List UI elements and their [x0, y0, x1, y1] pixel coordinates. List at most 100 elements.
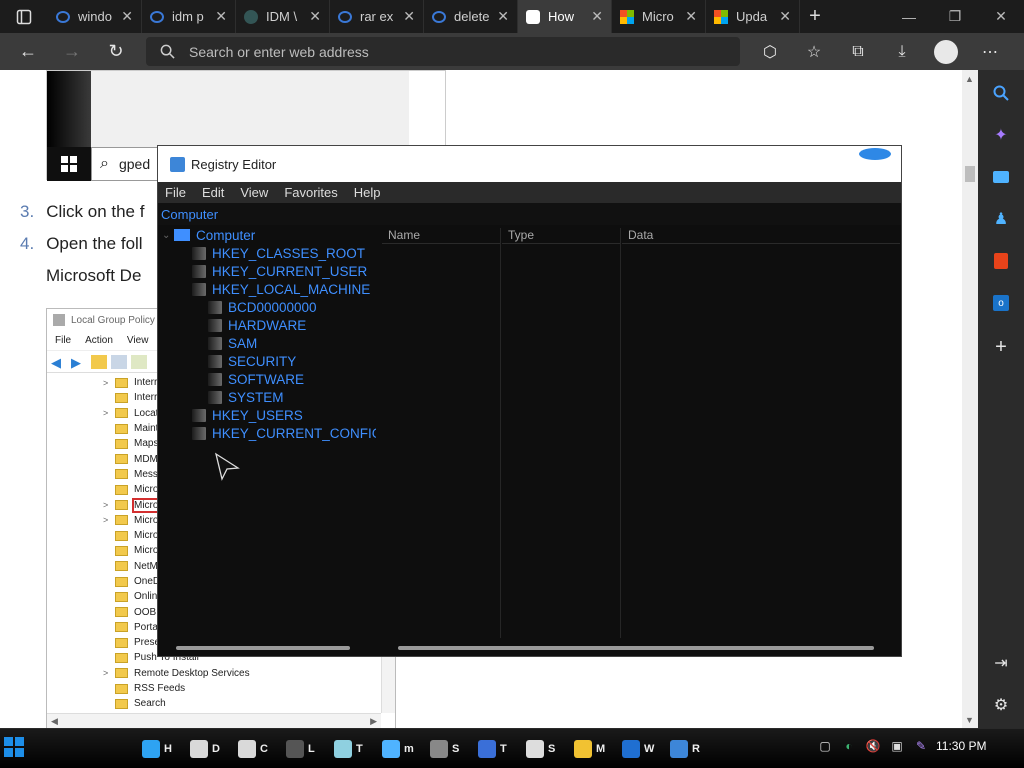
- taskbar-app[interactable]: m: [382, 735, 414, 763]
- taskbar-app[interactable]: T: [478, 735, 507, 763]
- tree-horizontal-scrollbar[interactable]: [176, 646, 350, 650]
- refresh-icon[interactable]: ↻: [94, 33, 138, 70]
- regedit-titlebar[interactable]: Registry Editor: [158, 146, 901, 182]
- taskbar-app[interactable]: S: [430, 735, 459, 763]
- taskbar-app[interactable]: R: [670, 735, 700, 763]
- tree-toggle-icon[interactable]: ⌄: [162, 230, 174, 241]
- close-tab-icon[interactable]: ✕: [403, 8, 415, 25]
- close-tab-icon[interactable]: ✕: [215, 8, 227, 25]
- taskbar-clock[interactable]: 11:30 PM: [936, 739, 986, 753]
- tray-volume-muted-icon[interactable]: 🔇: [864, 737, 882, 755]
- menu-favorites[interactable]: Favorites: [284, 185, 337, 200]
- sidebar-collapse-icon[interactable]: ⇥: [978, 648, 1024, 678]
- taskbar-app[interactable]: L: [286, 735, 315, 763]
- tab-title: windo: [78, 9, 112, 24]
- workspaces-icon[interactable]: [0, 0, 48, 33]
- window-control-blob[interactable]: [859, 148, 891, 160]
- column-type[interactable]: Type: [502, 228, 620, 244]
- regedit-tree-key[interactable]: HKEY_CURRENT_USER: [180, 262, 367, 280]
- shopping-icon[interactable]: [978, 162, 1024, 192]
- taskbar-app[interactable]: S: [526, 735, 555, 763]
- close-tab-icon[interactable]: ✕: [497, 8, 509, 25]
- regedit-tree-key[interactable]: BCD00000000: [196, 298, 317, 316]
- taskbar-app[interactable]: M: [574, 735, 605, 763]
- menu-file[interactable]: File: [165, 185, 186, 200]
- browser-tab-active[interactable]: How ✕: [518, 0, 612, 33]
- registry-key-folder-icon: [192, 246, 206, 260]
- browser-tab[interactable]: delete ✕: [424, 0, 518, 33]
- taskbar-app[interactable]: C: [238, 735, 268, 763]
- new-tab-icon[interactable]: +: [800, 0, 830, 33]
- more-menu-icon[interactable]: ⋯: [968, 33, 1012, 70]
- regedit-tree-key[interactable]: SAM: [196, 334, 257, 352]
- tray-pen-icon[interactable]: ✎: [912, 737, 930, 755]
- outlook-icon[interactable]: o: [978, 288, 1024, 318]
- column-data[interactable]: Data: [622, 228, 900, 244]
- close-tab-icon[interactable]: ✕: [121, 8, 133, 25]
- menu-help[interactable]: Help: [354, 185, 381, 200]
- toolbar-right: ⬡ ☆ ⧉ ⤓ ⋯: [748, 33, 1012, 70]
- browser-tab[interactable]: windo ✕: [48, 0, 142, 33]
- taskbar-app[interactable]: H: [142, 735, 172, 763]
- browser-tab[interactable]: Micro ✕: [612, 0, 706, 33]
- tray-document-icon[interactable]: ▢: [816, 737, 834, 755]
- regedit-tree-key[interactable]: SECURITY: [196, 352, 296, 370]
- tray-network-icon[interactable]: ▣: [888, 737, 906, 755]
- extensions-icon[interactable]: ⬡: [748, 33, 792, 70]
- browser-tab[interactable]: idm p ✕: [142, 0, 236, 33]
- chevron-right-icon: >: [103, 668, 109, 679]
- search-icon[interactable]: [978, 78, 1024, 108]
- restore-icon[interactable]: ❐: [932, 0, 978, 33]
- step-number: 4.: [20, 234, 35, 253]
- regedit-tree-computer[interactable]: ⌄ Computer: [162, 226, 255, 244]
- regedit-tree-key[interactable]: SOFTWARE: [196, 370, 304, 388]
- gp-menu-view: View: [126, 335, 149, 346]
- regedit-tree-key[interactable]: HKEY_CURRENT_CONFIG: [180, 424, 376, 442]
- browser-tab[interactable]: Upda ✕: [706, 0, 800, 33]
- favorites-icon[interactable]: ☆: [792, 33, 836, 70]
- menu-edit[interactable]: Edit: [202, 185, 224, 200]
- add-icon[interactable]: +: [978, 332, 1024, 362]
- address-bar[interactable]: Search or enter web address: [146, 37, 740, 66]
- scroll-down-icon[interactable]: ▼: [965, 715, 974, 725]
- tray-edge-icon[interactable]: ◐: [840, 737, 858, 755]
- search-icon: [338, 10, 352, 23]
- regedit-tree-key[interactable]: HKEY_LOCAL_MACHINE: [180, 280, 370, 298]
- taskbar-app[interactable]: D: [190, 735, 220, 763]
- taskbar-app-label: T: [500, 743, 507, 755]
- settings-gear-icon[interactable]: ⚙: [978, 690, 1024, 720]
- taskbar-app[interactable]: T: [334, 735, 363, 763]
- column-name[interactable]: Name: [382, 228, 500, 244]
- tools-icon[interactable]: ♟: [978, 204, 1024, 234]
- close-tab-icon[interactable]: ✕: [779, 8, 791, 25]
- regedit-tree-key[interactable]: HKEY_USERS: [180, 406, 303, 424]
- start-button-icon[interactable]: [4, 737, 24, 757]
- store-icon: [574, 740, 592, 758]
- scrollbar-thumb[interactable]: [965, 166, 975, 182]
- collections-icon[interactable]: ⧉: [836, 33, 880, 70]
- office-icon[interactable]: [978, 246, 1024, 276]
- regedit-tree-key[interactable]: SYSTEM: [196, 388, 284, 406]
- close-tab-icon[interactable]: ✕: [591, 8, 603, 25]
- browser-tab[interactable]: IDM \ ✕: [236, 0, 330, 33]
- forward-arrow-icon[interactable]: →: [50, 33, 94, 70]
- column-separator: [500, 228, 501, 638]
- regedit-tree-key[interactable]: HARDWARE: [196, 316, 306, 334]
- scroll-up-icon[interactable]: ▲: [965, 74, 974, 84]
- taskbar-app[interactable]: W: [622, 735, 654, 763]
- close-tab-icon[interactable]: ✕: [309, 8, 321, 25]
- minimize-icon[interactable]: —: [886, 0, 932, 33]
- page-scrollbar[interactable]: ▲ ▼: [962, 70, 978, 728]
- downloads-icon[interactable]: ⤓: [880, 33, 924, 70]
- menu-view[interactable]: View: [240, 185, 268, 200]
- browser-tab[interactable]: rar ex ✕: [330, 0, 424, 33]
- close-window-icon[interactable]: ✕: [978, 0, 1024, 33]
- regedit-tree-key[interactable]: HKEY_CLASSES_ROOT: [180, 244, 365, 262]
- close-tab-icon[interactable]: ✕: [685, 8, 697, 25]
- back-arrow-icon[interactable]: ←: [6, 33, 50, 70]
- regedit-address-bar[interactable]: Computer: [158, 203, 901, 225]
- folder-icon: [115, 454, 128, 465]
- copilot-icon[interactable]: ✦: [978, 120, 1024, 150]
- profile-avatar-icon[interactable]: [924, 33, 968, 70]
- values-horizontal-scrollbar[interactable]: [398, 646, 874, 650]
